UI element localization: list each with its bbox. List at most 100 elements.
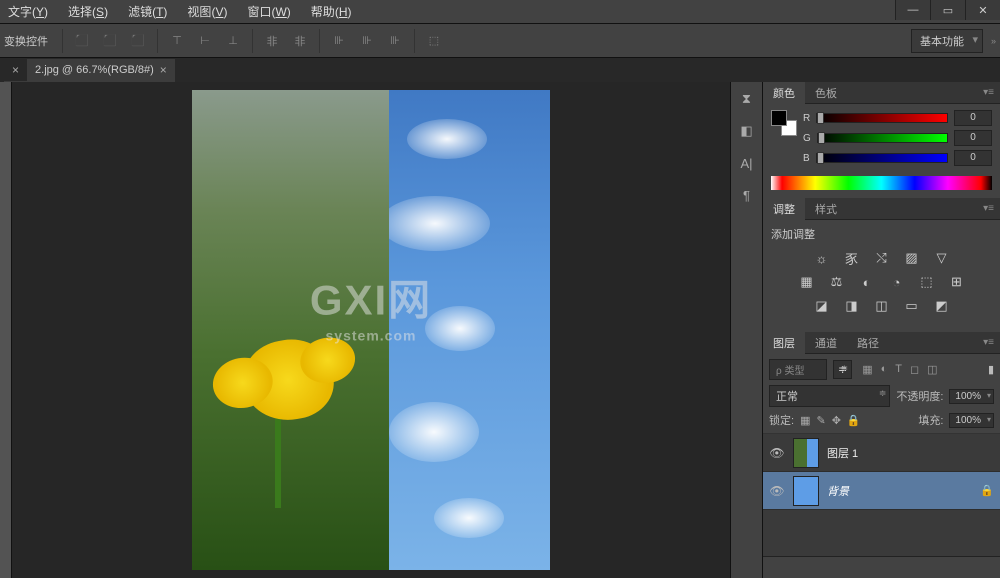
levels-icon[interactable]: ⾗ [843, 250, 861, 266]
layers-footer [763, 556, 1000, 578]
filter-toggle[interactable]: ▮ [988, 363, 994, 376]
filter-pixel-icon[interactable]: ▦ [862, 363, 872, 376]
layer-filter-search[interactable]: ρ 类型 [769, 359, 827, 380]
photo-filter-icon[interactable]: ◔ [888, 274, 906, 290]
align-center-h-icon[interactable]: ⬛ [99, 30, 121, 52]
align-middle-icon[interactable]: ⊢ [194, 30, 216, 52]
selective-color-icon[interactable]: ◩ [933, 298, 951, 314]
exposure-icon[interactable]: ▨ [903, 250, 921, 266]
filter-shape-icon[interactable]: ◻ [910, 363, 919, 376]
lock-label: 锁定: [769, 412, 794, 428]
brightness-icon[interactable]: ☼ [813, 250, 831, 266]
layer-name[interactable]: 背景 [827, 483, 849, 499]
tab-swatches[interactable]: 色板 [805, 82, 847, 104]
menu-view[interactable]: 视图(V) [187, 3, 227, 20]
close-button[interactable]: ✕ [965, 0, 1000, 20]
tab-styles[interactable]: 样式 [805, 198, 847, 220]
menu-window[interactable]: 窗口(W) [247, 3, 290, 20]
distribute-left-icon[interactable]: ⊪ [328, 30, 350, 52]
menu-select[interactable]: 选择(S) [68, 3, 108, 20]
distribute-center-icon[interactable]: ⊪ [356, 30, 378, 52]
collapsed-panels-strip: ⧗ ◧ A| ¶ [730, 82, 762, 578]
distribute-v-icon[interactable]: ⾮ [289, 30, 311, 52]
lock-position-icon[interactable]: ✥ [832, 414, 841, 427]
b-slider[interactable] [816, 153, 948, 163]
filter-type-icon[interactable]: T [895, 363, 902, 376]
color-panel: R 0 G 0 B 0 [763, 104, 1000, 198]
vibrance-icon[interactable]: ▽ [933, 250, 951, 266]
layer-item[interactable]: 👁 背景 🔒 [763, 472, 1000, 510]
filter-adjust-icon[interactable]: ◐ [881, 363, 888, 376]
tool-palette-edge [0, 82, 12, 578]
document-tab-prev[interactable]: × [4, 59, 27, 82]
lock-transparent-icon[interactable]: ▦ [800, 414, 810, 427]
close-icon[interactable]: × [12, 63, 19, 77]
fill-field[interactable]: 100% [949, 413, 994, 428]
invert-icon[interactable]: ◪ [813, 298, 831, 314]
document-tab[interactable]: 2.jpg @ 66.7%(RGB/8#) × [27, 59, 175, 82]
properties-icon[interactable]: ◧ [738, 122, 756, 140]
tab-adjustments[interactable]: 调整 [763, 198, 805, 220]
tab-color[interactable]: 颜色 [763, 82, 805, 104]
align-top-icon[interactable]: ⊤ [166, 30, 188, 52]
menu-filter[interactable]: 滤镜(T) [128, 3, 167, 20]
layer-thumbnail[interactable] [793, 438, 819, 468]
distribute-h-icon[interactable]: ⾮ [261, 30, 283, 52]
tab-paths[interactable]: 路径 [847, 332, 889, 354]
align-right-icon[interactable]: ⬛ [127, 30, 149, 52]
hue-icon[interactable]: ▦ [798, 274, 816, 290]
layer-name[interactable]: 图层 1 [827, 445, 858, 461]
menu-type[interactable]: 文字(Y) [8, 3, 48, 20]
opacity-label: 不透明度: [896, 388, 943, 404]
bw-icon[interactable]: ◐ [858, 274, 876, 290]
gradient-map-icon[interactable]: ▭ [903, 298, 921, 314]
history-icon[interactable]: ⧗ [738, 90, 756, 108]
posterize-icon[interactable]: ◨ [843, 298, 861, 314]
align-bottom-icon[interactable]: ⊥ [222, 30, 244, 52]
b-field[interactable]: 0 [954, 150, 992, 166]
hue-ramp[interactable] [771, 176, 992, 190]
tab-channels[interactable]: 通道 [805, 332, 847, 354]
panel-menu-icon[interactable]: ▾≡ [977, 203, 1000, 214]
r-field[interactable]: 0 [954, 110, 992, 126]
canvas-area[interactable]: GXI网 system.com [12, 82, 730, 578]
visibility-toggle[interactable]: 👁 [769, 446, 785, 460]
curves-icon[interactable]: ⤭ [873, 250, 891, 266]
distribute-right-icon[interactable]: ⊪ [384, 30, 406, 52]
g-field[interactable]: 0 [954, 130, 992, 146]
maximize-button[interactable]: ▭ [930, 0, 965, 20]
lock-icon: 🔒 [980, 484, 994, 497]
g-slider[interactable] [817, 133, 948, 143]
paragraph-icon[interactable]: ¶ [738, 186, 756, 204]
r-slider[interactable] [816, 113, 948, 123]
foreground-background-swatch[interactable] [771, 110, 797, 136]
filter-smart-icon[interactable]: ◫ [927, 363, 937, 376]
layer-item[interactable]: 👁 图层 1 [763, 434, 1000, 472]
workspace-selector[interactable]: 基本功能 [911, 29, 983, 53]
chevron-right-icon[interactable]: » [991, 36, 996, 46]
options-bar: 变换控件 ⬛ ⬛ ⬛ ⊤ ⊢ ⊥ ⾮ ⾮ ⊪ ⊪ ⊪ ⬚ 基本功能 » [0, 24, 1000, 58]
layers-panel: ρ 类型 ≑ ▦ ◐ T ◻ ◫ ▮ 正常 不透明度: 100% [763, 354, 1000, 578]
layer-thumbnail[interactable] [793, 476, 819, 506]
threshold-icon[interactable]: ◫ [873, 298, 891, 314]
panel-menu-icon[interactable]: ▾≡ [977, 337, 1000, 348]
opacity-field[interactable]: 100% [949, 389, 994, 404]
align-left-icon[interactable]: ⬛ [71, 30, 93, 52]
auto-align-icon[interactable]: ⬚ [423, 30, 445, 52]
minimize-button[interactable]: — [895, 0, 930, 20]
color-balance-icon[interactable]: ⚖ [828, 274, 846, 290]
menu-help[interactable]: 帮助(H) [311, 3, 352, 20]
channel-mixer-icon[interactable]: ⬚ [918, 274, 936, 290]
panel-menu-icon[interactable]: ▾≡ [977, 87, 1000, 98]
document-tabs: × 2.jpg @ 66.7%(RGB/8#) × [0, 58, 1000, 82]
visibility-toggle[interactable]: 👁 [769, 484, 785, 498]
fill-label: 填充: [918, 412, 943, 428]
close-icon[interactable]: × [160, 63, 167, 77]
character-icon[interactable]: A| [738, 154, 756, 172]
color-lookup-icon[interactable]: ⊞ [948, 274, 966, 290]
blend-mode-select[interactable]: 正常 [769, 385, 890, 407]
layer-filter-kind[interactable]: ≑ [833, 360, 852, 379]
lock-all-icon[interactable]: 🔒 [847, 414, 861, 427]
tab-layers[interactable]: 图层 [763, 332, 805, 354]
lock-pixels-icon[interactable]: ✎ [816, 414, 825, 427]
